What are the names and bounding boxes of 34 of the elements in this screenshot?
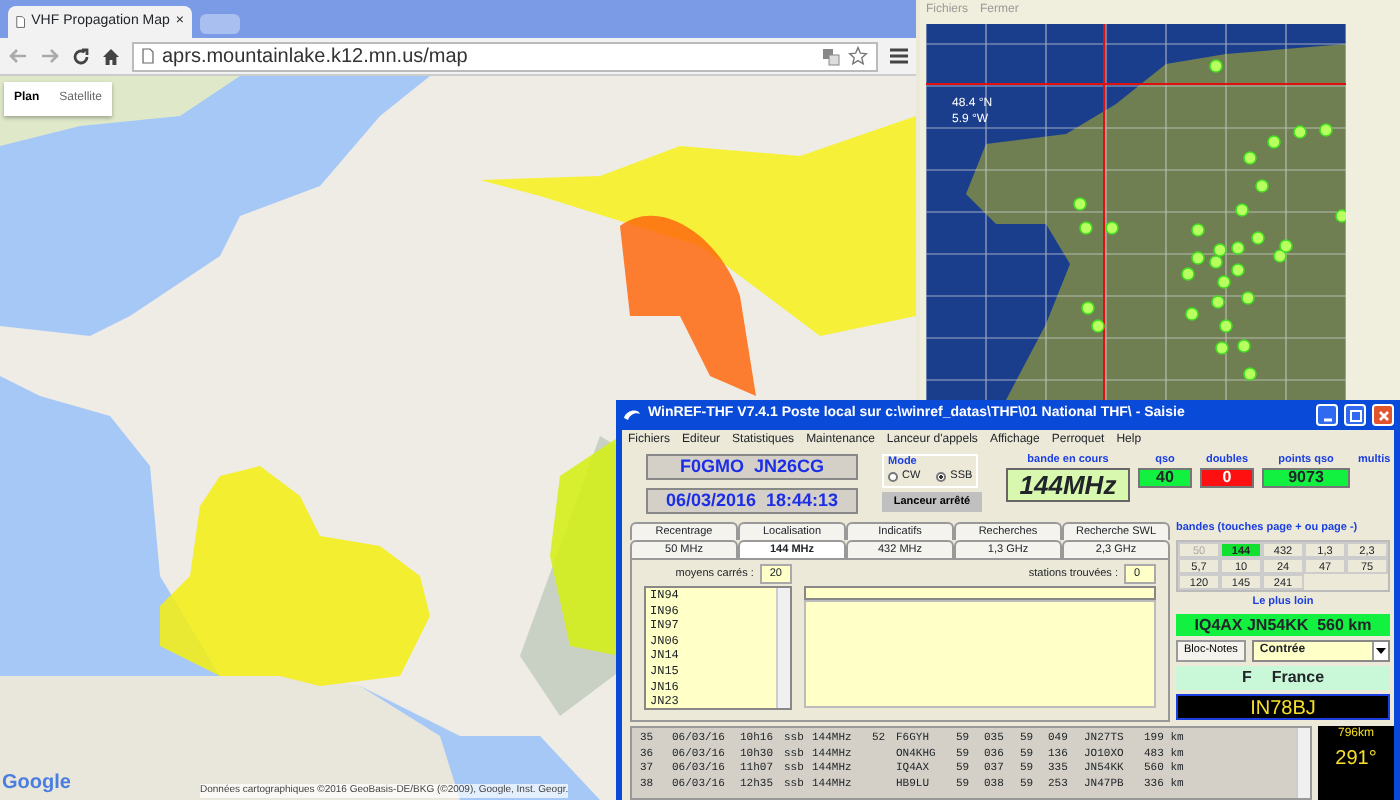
maximize-button[interactable]	[1344, 404, 1366, 426]
farthest-display: IQ4AX JN54KK 560 km	[1176, 614, 1390, 636]
close-icon	[1377, 409, 1389, 421]
counter-value: 9073	[1262, 468, 1350, 488]
close-button[interactable]	[1372, 404, 1394, 426]
page-icon	[142, 48, 154, 64]
home-icon[interactable]	[102, 47, 120, 65]
page-icon	[16, 14, 26, 30]
map-logo: Google	[2, 770, 71, 798]
menu-icon[interactable]	[890, 48, 908, 64]
caret-icon[interactable]	[1376, 648, 1386, 654]
band-display: 144MHz	[1006, 468, 1130, 502]
satellite-map-background[interactable]	[926, 24, 1346, 400]
datetime-display: 06/03/2016 18:44:13	[646, 488, 858, 514]
url-text: aprs.mountainlake.k12.mn.us/map	[162, 43, 470, 71]
counter-value: 40	[1138, 468, 1192, 488]
star-icon[interactable]	[848, 46, 868, 66]
country-name: France	[1271, 666, 1325, 690]
input-field[interactable]	[804, 586, 1156, 600]
counter-value: 0	[1200, 468, 1254, 488]
minimize-button[interactable]	[1316, 404, 1338, 426]
locator-display: IN78BJ	[1176, 694, 1390, 720]
scrollbar[interactable]	[776, 588, 790, 708]
scrollbar[interactable]	[1296, 728, 1310, 798]
app-icon	[622, 407, 642, 423]
reload-icon[interactable]	[72, 47, 90, 65]
country-prefix: F	[1241, 666, 1252, 690]
callsign-display: F0GMO JN26CG	[646, 454, 858, 480]
bearing-text: 291°	[1335, 746, 1377, 774]
address-bar[interactable]: aprs.mountainlake.k12.mn.us/map	[132, 41, 878, 71]
translate-icon[interactable]	[822, 47, 840, 65]
radio-button[interactable]	[888, 472, 898, 482]
maximize-icon	[1349, 409, 1361, 421]
radio-button[interactable]	[936, 472, 947, 482]
